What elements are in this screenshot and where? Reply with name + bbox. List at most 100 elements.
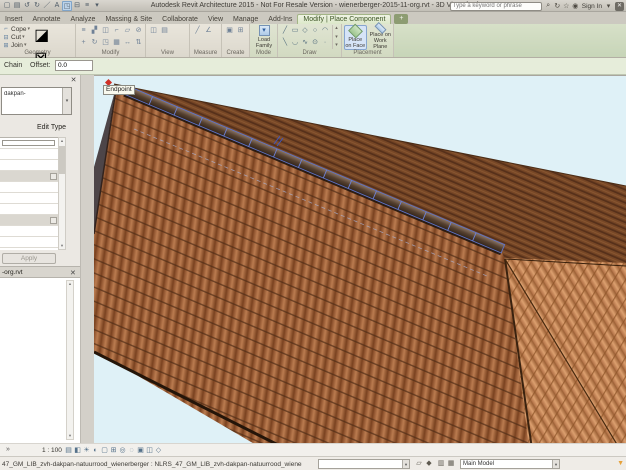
analytical-model-icon[interactable]: ◇ bbox=[154, 445, 163, 456]
crop-view-icon[interactable]: ▢ bbox=[100, 445, 109, 456]
section-icon[interactable]: ⊟ bbox=[72, 1, 82, 11]
pick-line-icon[interactable]: · bbox=[320, 37, 330, 49]
worksets-icon[interactable]: ▥ bbox=[436, 459, 446, 469]
scroll-thumb[interactable] bbox=[59, 146, 65, 174]
scroll-down-icon[interactable]: ▾ bbox=[59, 243, 65, 249]
visibility-graphics-icon[interactable]: ◫ bbox=[148, 25, 159, 37]
property-group-header[interactable] bbox=[0, 215, 58, 226]
array-icon[interactable]: ▦ bbox=[111, 37, 122, 49]
draw-line-icon[interactable]: ╱ bbox=[280, 25, 290, 37]
workset-dropdown-icon[interactable]: ▾ bbox=[552, 460, 559, 468]
browser-scroll-up-icon[interactable]: ▴ bbox=[67, 281, 73, 287]
measure-line-icon[interactable]: ╱ bbox=[192, 25, 203, 37]
reveal-hidden-icon[interactable]: ◌ bbox=[127, 445, 136, 456]
tab-analyze[interactable]: Analyze bbox=[66, 15, 101, 24]
tab-collaborate[interactable]: Collaborate bbox=[157, 15, 203, 24]
draw-expand-icon[interactable]: ▾ bbox=[333, 42, 340, 49]
property-group-header[interactable] bbox=[0, 171, 58, 182]
place-on-work-plane-button[interactable]: Place on Work Plane bbox=[369, 25, 392, 50]
save-icon[interactable]: ▤ bbox=[12, 1, 22, 11]
geometry-join-button[interactable]: ⊞Join▾ bbox=[2, 41, 30, 49]
redo-icon[interactable]: ↻ bbox=[32, 1, 42, 11]
project-browser-close-icon[interactable]: ✕ bbox=[70, 269, 76, 277]
visual-style-icon[interactable]: ◧ bbox=[73, 445, 82, 456]
undo-icon[interactable]: ↺ bbox=[22, 1, 32, 11]
move-icon[interactable]: + bbox=[78, 37, 89, 49]
edit-type-button[interactable]: Edit Type bbox=[37, 124, 66, 131]
tab-manage[interactable]: Manage bbox=[228, 15, 263, 24]
tab-annotate[interactable]: Annotate bbox=[28, 15, 66, 24]
split-icon[interactable]: ▞ bbox=[89, 25, 100, 37]
dimension-icon[interactable]: ∠ bbox=[203, 25, 214, 37]
property-row[interactable] bbox=[0, 149, 58, 160]
draw-scroll-down-icon[interactable]: ▾ bbox=[333, 34, 340, 41]
property-row[interactable] bbox=[0, 226, 58, 237]
detail-level-icon[interactable]: ▤ bbox=[64, 445, 73, 456]
properties-grid[interactable] bbox=[0, 137, 58, 250]
search-input[interactable] bbox=[450, 2, 542, 11]
chain-checkbox-label[interactable]: Chain bbox=[4, 62, 22, 69]
view-scale-button[interactable]: 1 : 100 bbox=[42, 447, 62, 454]
active-workset-icon[interactable]: ▱ bbox=[414, 459, 424, 469]
drawing-area[interactable]: Endpoint bbox=[94, 75, 626, 443]
tab-massing-site[interactable]: Massing & Site bbox=[100, 15, 157, 24]
infocenter-toggle-icon[interactable]: ▾ bbox=[604, 2, 613, 10]
dropdown-icon[interactable]: ▾ bbox=[22, 34, 25, 40]
geometry-cut-button[interactable]: ⊟Cut▾ bbox=[2, 33, 30, 41]
scroll-up-icon[interactable]: ▴ bbox=[59, 138, 65, 144]
mirror-icon[interactable]: ◫ bbox=[100, 25, 111, 37]
tab-view[interactable]: View bbox=[203, 15, 228, 24]
draw-scrollbar[interactable]: ▴ ▾ ▾ bbox=[332, 25, 340, 49]
paint-icon[interactable]: ◪ bbox=[34, 25, 49, 45]
customize-qat-icon[interactable]: ▾ bbox=[92, 1, 102, 11]
browser-scrollbar[interactable]: ▴ ▾ bbox=[66, 280, 74, 440]
draw-line2-icon[interactable]: ╲ bbox=[280, 37, 290, 49]
temporary-hide-isolate-icon[interactable]: ◎ bbox=[118, 445, 127, 456]
worksharing-display-icon[interactable]: ◫ bbox=[145, 445, 154, 456]
default-3d-view-icon[interactable]: ◳ bbox=[62, 1, 72, 11]
temporary-view-properties-icon[interactable]: ▣ bbox=[136, 445, 145, 456]
associate-parameter-button[interactable] bbox=[50, 173, 57, 180]
pin-icon[interactable]: ⇅ bbox=[133, 37, 144, 49]
sign-in-button[interactable]: Sign In bbox=[582, 3, 602, 10]
ribbon-state-toggle-icon[interactable]: + bbox=[394, 14, 408, 24]
sun-path-icon[interactable]: ☀ bbox=[82, 445, 91, 456]
property-row[interactable] bbox=[0, 138, 58, 149]
draw-circle-icon[interactable]: ○ bbox=[310, 25, 320, 37]
draw-polygon-icon[interactable]: ◇ bbox=[300, 25, 310, 37]
property-row[interactable] bbox=[0, 160, 58, 171]
type-selector-dropdown-icon[interactable]: ▾ bbox=[62, 88, 71, 114]
user-icon[interactable]: ◉ bbox=[571, 2, 580, 10]
workset-select[interactable]: Main Model ▾ bbox=[460, 459, 560, 469]
geometry-cope-button[interactable]: ⌐Cope▾ bbox=[2, 25, 30, 33]
dropdown-icon[interactable]: ▾ bbox=[28, 26, 31, 32]
draw-point-icon[interactable]: ⊙ bbox=[310, 37, 320, 49]
measure-icon[interactable]: ／ bbox=[42, 1, 52, 11]
property-row[interactable] bbox=[0, 237, 58, 248]
crop-region-icon[interactable]: ⊞ bbox=[109, 445, 118, 456]
close-icon[interactable]: ✕ bbox=[615, 2, 624, 11]
design-option-select[interactable]: ▾ bbox=[318, 459, 410, 469]
draw-rectangle-icon[interactable]: ▭ bbox=[290, 25, 300, 37]
create-group-icon[interactable]: ▣ bbox=[224, 25, 235, 37]
load-family-button[interactable]: ▾ Load Family bbox=[252, 25, 276, 50]
align-icon[interactable]: ≡ bbox=[78, 25, 89, 37]
delete-icon[interactable]: ⊘ bbox=[133, 25, 144, 37]
property-row[interactable] bbox=[0, 193, 58, 204]
draw-spline-icon[interactable]: ∿ bbox=[300, 37, 310, 49]
project-browser-tab[interactable]: -org.rvt ✕ bbox=[0, 266, 80, 278]
create-similar-icon[interactable]: ⊞ bbox=[235, 25, 246, 37]
palette-expand-icon[interactable]: » bbox=[6, 446, 10, 453]
associate-parameter-button[interactable] bbox=[50, 217, 57, 224]
trim-icon[interactable]: ⌐ bbox=[111, 25, 122, 37]
design-options-icon[interactable]: ▦ bbox=[446, 459, 456, 469]
text-icon[interactable]: A bbox=[52, 1, 62, 11]
favorites-icon[interactable]: ☆ bbox=[562, 2, 571, 10]
search-icon[interactable]: ⌕ bbox=[544, 2, 553, 10]
copy-icon[interactable]: ◳ bbox=[100, 37, 111, 49]
draw-scroll-up-icon[interactable]: ▴ bbox=[333, 25, 340, 32]
tab-insert[interactable]: Insert bbox=[0, 15, 28, 24]
requests-icon[interactable]: ◆ bbox=[424, 459, 434, 469]
place-on-face-button[interactable]: Place on Face bbox=[344, 25, 367, 50]
properties-scrollbar[interactable]: ▴ ▾ bbox=[58, 137, 66, 250]
